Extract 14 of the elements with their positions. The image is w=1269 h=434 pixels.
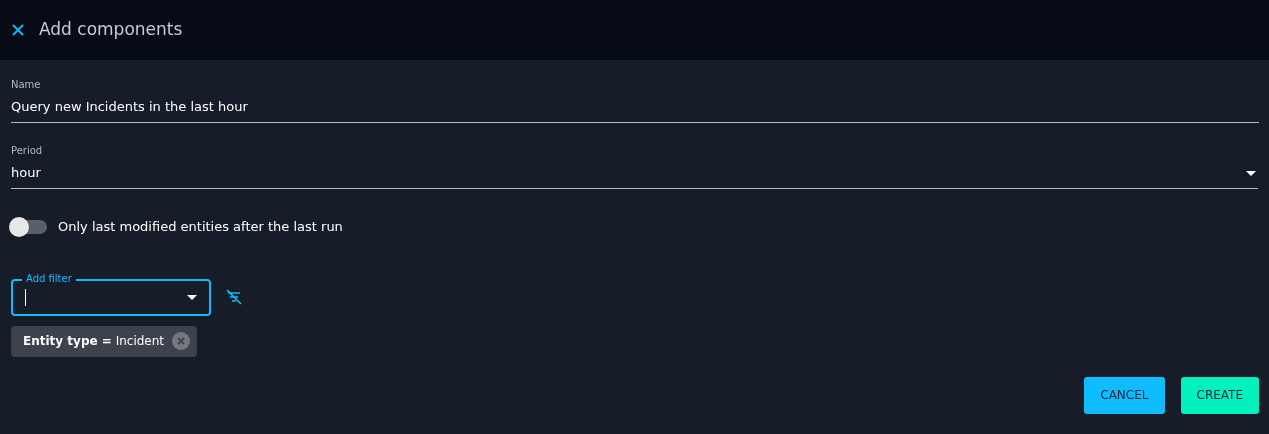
clear-filters-icon[interactable] xyxy=(225,289,243,305)
field-label: Period xyxy=(11,144,44,158)
field-label: Name xyxy=(11,78,42,92)
period-select[interactable]: hour xyxy=(11,158,1258,189)
filter-chip: Entity type = Incident xyxy=(11,325,198,357)
action-button[interactable]: CREATE xyxy=(1180,376,1259,414)
dialog-title: Add components xyxy=(39,18,183,42)
name-field[interactable]: Query new Incidents in the last hour xyxy=(11,92,1259,123)
action-button[interactable]: CANCEL xyxy=(1084,376,1165,414)
close-icon[interactable] xyxy=(11,23,25,37)
toggle-switch[interactable] xyxy=(11,219,47,234)
toggle-label: Only last modified entities after the last run xyxy=(58,218,343,236)
dropdown-caret-icon xyxy=(1246,170,1256,176)
dropdown-caret-icon xyxy=(187,294,197,300)
